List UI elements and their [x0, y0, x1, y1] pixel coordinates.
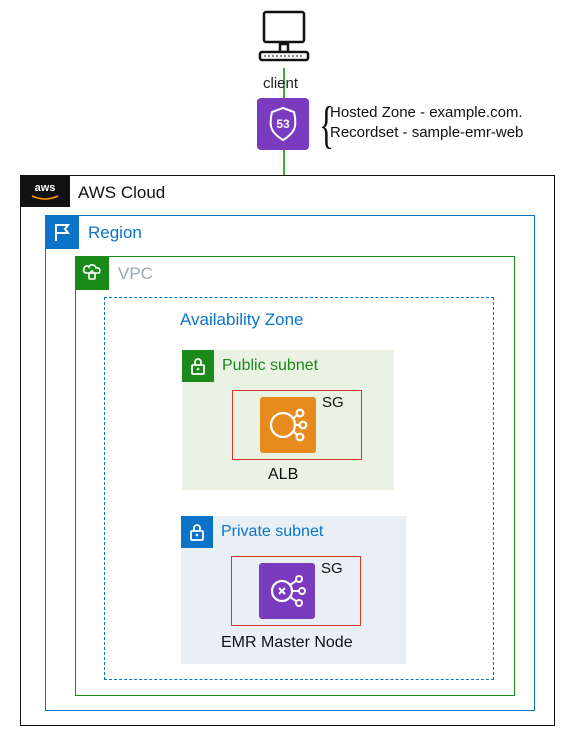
vpc-icon	[75, 256, 109, 290]
aws-logo-badge: aws	[20, 175, 70, 207]
hosted-zone-text: Hosted Zone - example.com.	[330, 103, 523, 123]
aws-cloud-label: AWS Cloud	[78, 183, 165, 203]
svg-text:53: 53	[276, 117, 290, 131]
public-subnet-icon	[182, 350, 214, 382]
availability-zone-label: Availability Zone	[180, 310, 303, 330]
private-subnet-label: Private subnet	[221, 523, 323, 541]
region-icon	[45, 215, 79, 249]
alb-label: ALB	[268, 466, 298, 484]
client-icon	[256, 8, 312, 73]
svg-text:aws: aws	[35, 182, 56, 194]
route53-annotation: Hosted Zone - example.com. Recordset - s…	[330, 103, 523, 144]
vpc-label: VPC	[118, 264, 153, 284]
public-subnet-label: Public subnet	[222, 357, 318, 375]
emr-sg-label: SG	[321, 560, 343, 577]
alb-sg-label: SG	[322, 394, 344, 411]
recordset-text: Recordset - sample-emr-web	[330, 123, 523, 143]
region-label: Region	[88, 223, 142, 243]
emr-icon	[259, 563, 315, 619]
client-label: client	[263, 75, 298, 92]
private-subnet-icon	[181, 516, 213, 548]
emr-label: EMR Master Node	[221, 634, 353, 652]
route53-icon: 53	[257, 98, 309, 150]
alb-icon	[260, 397, 316, 453]
